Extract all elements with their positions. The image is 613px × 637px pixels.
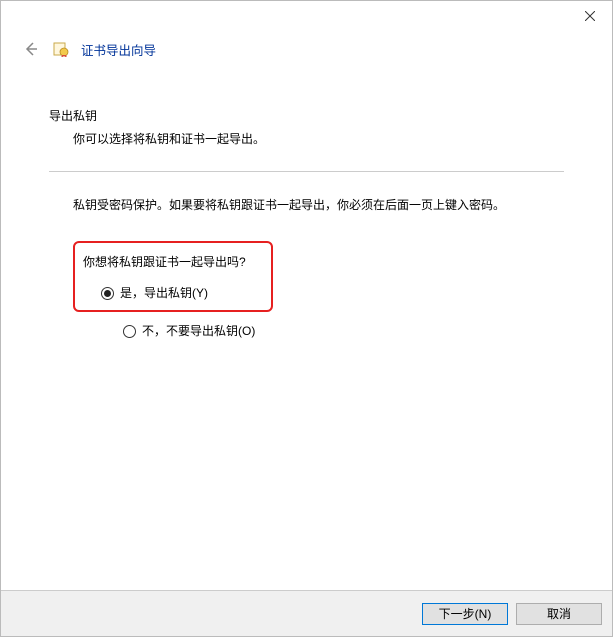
wizard-header: 证书导出向导 — [1, 31, 612, 77]
radio-option-no[interactable]: 不，不要导出私钥(O) — [123, 322, 564, 340]
titlebar — [1, 1, 612, 31]
radio-icon — [123, 325, 136, 338]
highlight-box: 你想将私钥跟证书一起导出吗? 是，导出私钥(Y) — [73, 241, 273, 312]
question-block: 你想将私钥跟证书一起导出吗? 是，导出私钥(Y) 不，不要导出私钥(O) — [73, 241, 564, 340]
wizard-title: 证书导出向导 — [81, 40, 156, 59]
cancel-button[interactable]: 取消 — [516, 603, 602, 625]
radio-label-yes: 是，导出私钥(Y) — [120, 284, 208, 302]
back-button[interactable] — [21, 39, 41, 59]
radio-label-no: 不，不要导出私钥(O) — [142, 322, 255, 340]
close-icon — [585, 11, 595, 21]
certificate-icon — [53, 41, 69, 57]
section-subtitle: 你可以选择将私钥和证书一起导出。 — [73, 130, 564, 147]
back-arrow-icon — [22, 40, 40, 58]
info-text: 私钥受密码保护。如果要将私钥跟证书一起导出，你必须在后面一页上键入密码。 — [73, 196, 564, 213]
wizard-footer: 下一步(N) 取消 — [1, 590, 612, 636]
window-close-button[interactable] — [567, 1, 612, 31]
radio-option-yes[interactable]: 是，导出私钥(Y) — [101, 284, 259, 302]
section-title: 导出私钥 — [49, 107, 564, 124]
divider — [49, 171, 564, 172]
next-button[interactable]: 下一步(N) — [422, 603, 508, 625]
question-text: 你想将私钥跟证书一起导出吗? — [83, 253, 259, 270]
wizard-content: 导出私钥 你可以选择将私钥和证书一起导出。 私钥受密码保护。如果要将私钥跟证书一… — [1, 107, 612, 340]
radio-icon — [101, 287, 114, 300]
